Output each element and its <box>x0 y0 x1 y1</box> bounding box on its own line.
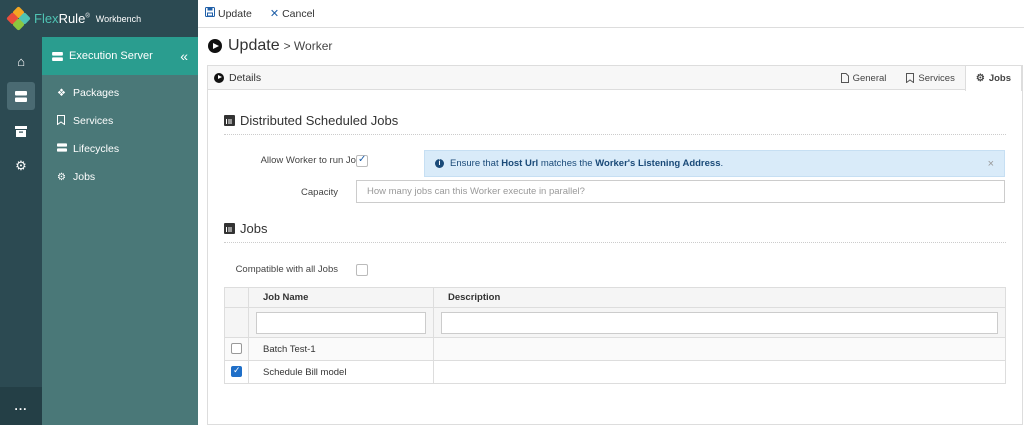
section-title-text: Distributed Scheduled Jobs <box>240 113 399 128</box>
table-row[interactable]: Batch Test-1 <box>224 337 1006 361</box>
update-button[interactable]: Update <box>205 7 252 20</box>
divider <box>224 134 1006 135</box>
cogs-icon: ⚙ <box>57 171 66 183</box>
filter-cell <box>224 307 249 338</box>
allow-worker-checkbox[interactable] <box>356 154 368 167</box>
brand-subtitle: Workbench <box>95 13 142 24</box>
close-icon: ✕ <box>269 8 280 20</box>
calendar-icon <box>224 115 235 126</box>
job-name-filter-input[interactable] <box>256 311 426 334</box>
nav-item-label: Jobs <box>73 171 96 183</box>
tab-label: General <box>852 72 887 84</box>
info-alert: i Ensure that Host Url matches the Worke… <box>424 150 1005 177</box>
filter-row <box>224 307 1006 338</box>
nav-item-label: Lifecycles <box>73 143 120 155</box>
page-title-row: Update > Worker <box>198 28 1024 64</box>
bookmark-icon <box>906 73 915 83</box>
row-select-cell <box>224 360 249 384</box>
update-label: Update <box>218 7 252 20</box>
logo-bar: FlexRule® Workbench <box>0 0 198 37</box>
tab-general[interactable]: General <box>831 66 897 90</box>
calendar-icon <box>224 223 235 234</box>
nav-header-label: Execution Server <box>69 50 153 62</box>
allow-worker-label: Allow Worker to run Jobs <box>260 155 366 166</box>
play-circle-icon <box>214 72 224 83</box>
cancel-button[interactable]: ✕ Cancel <box>269 7 315 21</box>
divider <box>224 242 1006 243</box>
page-subtitle: > Worker <box>283 39 333 53</box>
nav-item-services[interactable]: Services <box>42 107 198 135</box>
description-cell <box>433 337 1006 361</box>
archive-icon[interactable] <box>7 117 35 145</box>
tab-label: Services <box>918 72 955 84</box>
compatible-checkbox[interactable] <box>356 264 368 276</box>
tab-label: Jobs <box>988 73 1011 84</box>
select-column-header <box>224 287 249 308</box>
nav-item-jobs[interactable]: ⚙ Jobs <box>42 163 198 191</box>
page-title: Update <box>228 37 280 54</box>
section-title-text: Jobs <box>240 221 268 236</box>
nav-item-label: Services <box>73 115 114 127</box>
gear-icon[interactable]: ⚙ <box>7 152 35 180</box>
flexrule-logo-icon <box>6 5 31 31</box>
section-title-distributed: Distributed Scheduled Jobs <box>224 113 398 128</box>
job-name-cell: Schedule Bill model <box>248 360 434 384</box>
details-header: Details General Services ⚙ Jobs <box>208 66 1022 91</box>
collapse-nav-button[interactable]: « <box>180 48 188 64</box>
job-name-cell: Batch Test-1 <box>248 337 434 361</box>
home-icon[interactable]: ⌂ <box>7 47 35 75</box>
close-alert-button[interactable]: × <box>988 158 994 170</box>
filter-cell <box>248 307 434 338</box>
jobs-table: Job Name Description Batch Test-1 Schedu… <box>224 287 1006 384</box>
server-icon <box>57 143 71 155</box>
cogs-icon: ⚙ <box>975 73 985 84</box>
table-header: Job Name Description <box>224 287 1006 308</box>
nav-panel: Execution Server « ❖ Packages Services L… <box>42 37 198 425</box>
section-title-jobs: Jobs <box>224 221 267 236</box>
nav-header: Execution Server « <box>42 37 198 75</box>
server-icon[interactable] <box>7 82 35 110</box>
main-content: Update ✕ Cancel Update > Worker Details … <box>198 0 1024 425</box>
cancel-label: Cancel <box>282 7 315 20</box>
tab-jobs[interactable]: ⚙ Jobs <box>964 66 1022 91</box>
row-checkbox[interactable] <box>231 343 242 354</box>
details-card: Details General Services ⚙ Jobs Distribu… <box>207 65 1023 425</box>
icon-rail: ⌂ ⚙ ... <box>0 0 42 425</box>
details-label: Details <box>229 71 262 84</box>
column-header-job-name[interactable]: Job Name <box>248 287 434 308</box>
server-icon <box>52 51 63 61</box>
description-cell <box>433 360 1006 384</box>
info-icon: i <box>435 159 444 168</box>
bookmark-icon <box>57 114 71 128</box>
capacity-label: Capacity <box>301 187 338 198</box>
cubes-icon: ❖ <box>57 87 66 99</box>
file-icon <box>840 73 849 83</box>
tab-bar: General Services ⚙ Jobs <box>831 66 1022 91</box>
brand-name: FlexRule® <box>34 11 90 26</box>
compatible-label: Compatible with all Jobs <box>235 264 338 275</box>
capacity-input[interactable] <box>356 180 1005 203</box>
nav-item-packages[interactable]: ❖ Packages <box>42 79 198 107</box>
table-row[interactable]: Schedule Bill model <box>224 360 1006 384</box>
filter-cell <box>433 307 1006 338</box>
toolbar: Update ✕ Cancel <box>198 0 1024 28</box>
more-button[interactable]: ... <box>0 387 42 425</box>
play-circle-icon <box>208 39 222 53</box>
description-filter-input[interactable] <box>441 311 998 334</box>
alert-text: Ensure that Host Url matches the Worker'… <box>450 158 724 169</box>
nav-item-lifecycles[interactable]: Lifecycles <box>42 135 198 163</box>
tab-services[interactable]: Services <box>896 66 964 90</box>
save-icon <box>205 7 215 20</box>
column-header-description[interactable]: Description <box>433 287 1006 308</box>
row-select-cell <box>224 337 249 361</box>
row-checkbox[interactable] <box>231 365 242 377</box>
nav-item-label: Packages <box>73 87 120 99</box>
